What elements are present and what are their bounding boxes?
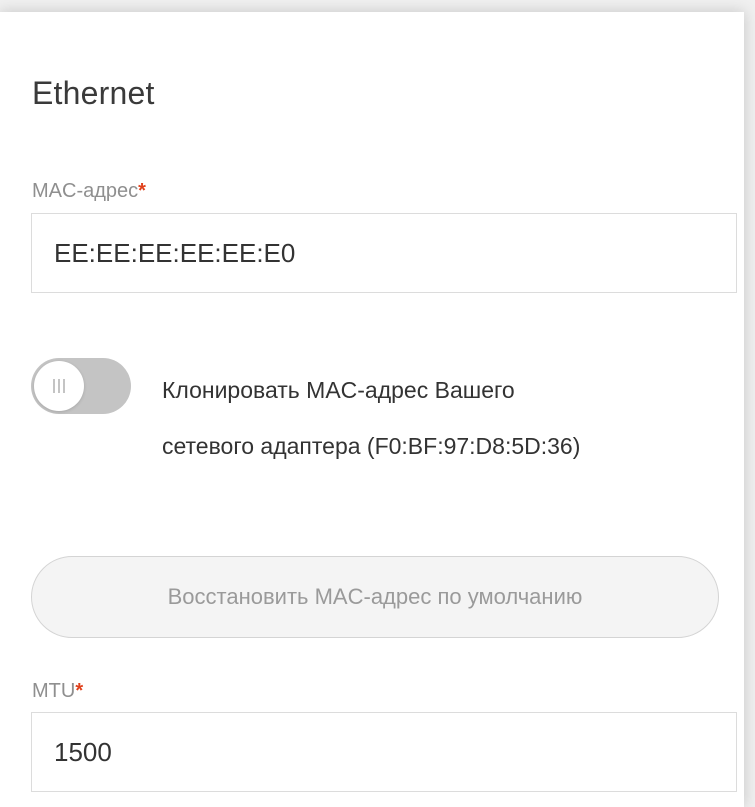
mac-address-label: MAC-адрес* — [32, 180, 146, 203]
clone-mac-toggle[interactable] — [31, 358, 131, 414]
required-mark: * — [75, 680, 84, 702]
mac-address-input[interactable] — [31, 213, 737, 293]
mtu-label: MTU* — [32, 680, 83, 703]
mtu-input[interactable] — [31, 712, 737, 792]
clone-mac-label-line2: сетевого адаптера (F0:BF:97:D8:5D:36) — [162, 433, 581, 459]
grip-icon — [53, 379, 65, 393]
section-title: Ethernet — [32, 75, 155, 111]
clone-mac-label: Клонировать MAC-адрес Вашего сетевого ад… — [162, 362, 580, 474]
ethernet-settings-panel: Ethernet MAC-адрес* Клонировать MAC-адре… — [0, 12, 744, 807]
required-mark: * — [138, 180, 146, 202]
mac-address-label-text: MAC-адрес — [32, 180, 139, 202]
restore-default-mac-button[interactable]: Восстановить MAC-адрес по умолчанию — [31, 556, 719, 638]
clone-mac-label-line1: Клонировать MAC-адрес Вашего — [162, 377, 515, 403]
toggle-knob — [34, 361, 84, 411]
mtu-label-text: MTU — [32, 680, 76, 702]
